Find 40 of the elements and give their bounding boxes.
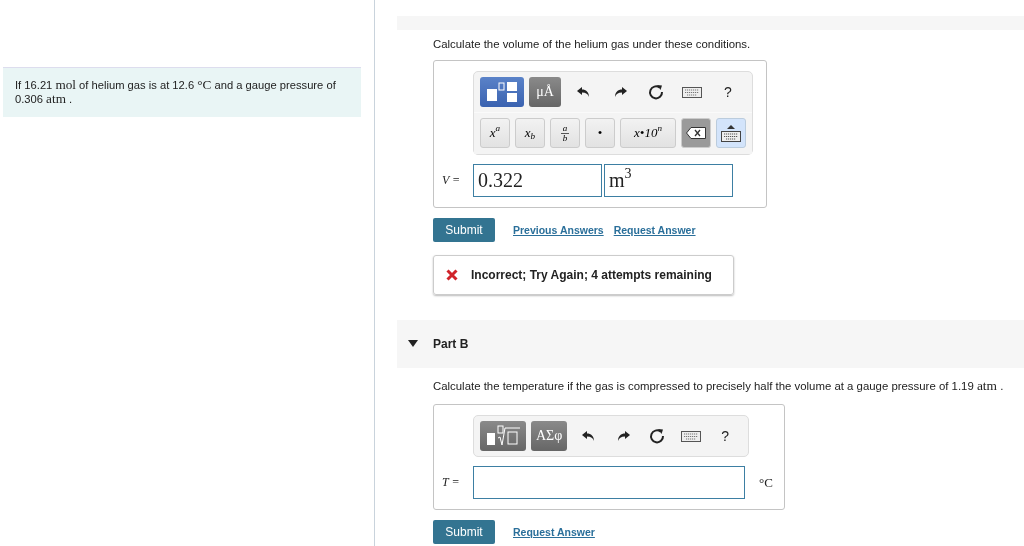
cross-icon [446, 269, 458, 281]
answer-field[interactable] [473, 466, 745, 499]
multiply-dot-key[interactable]: • [585, 118, 615, 148]
answer-link[interactable]: Request Answer [513, 526, 595, 538]
answer-link[interactable]: Previous Answers [513, 224, 604, 236]
backspace-icon [686, 127, 706, 139]
keyboard-toggle-icon [721, 124, 741, 142]
template-button[interactable] [480, 421, 526, 451]
keyboard-icon[interactable] [681, 430, 702, 442]
unit-label: °C [759, 474, 773, 491]
help-button[interactable]: ? [708, 428, 743, 444]
symbols-button[interactable]: μÅ [529, 77, 561, 107]
help-button[interactable]: ? [710, 84, 746, 100]
fraction-key[interactable]: a b [550, 118, 580, 148]
keyboard-toggle-key[interactable] [716, 118, 746, 148]
part-header[interactable]: Part B [397, 320, 1024, 368]
submit-button[interactable]: Submit [433, 218, 495, 242]
redo-icon[interactable] [613, 86, 627, 98]
undo-icon[interactable] [582, 430, 597, 442]
sqrt-template-icon [485, 424, 521, 448]
collapse-triangle-icon[interactable] [408, 340, 418, 348]
feedback-text: Incorrect; Try Again; 4 attempts remaining [471, 268, 712, 282]
template-button[interactable] [480, 77, 524, 107]
part-title: Part B [433, 337, 469, 351]
reset-icon[interactable] [648, 84, 664, 100]
submit-button[interactable]: Submit [433, 520, 495, 544]
variable-label: T = [442, 475, 461, 490]
redo-icon[interactable] [616, 430, 631, 442]
template-icon [485, 81, 519, 103]
reset-icon[interactable] [649, 428, 666, 444]
variable-label: V = [442, 173, 462, 188]
symbols-button[interactable]: ΑΣφ [531, 421, 568, 451]
answer-field[interactable]: 0.322 [473, 164, 602, 197]
backspace-key[interactable] [681, 118, 711, 148]
problem-statement: If 16.21 mol of helium gas is at 12.6 °C and a gauge pressure of 0.306 atm . [3, 67, 361, 117]
keyboard-icon[interactable] [682, 86, 702, 98]
question-prompt: Calculate the volume of the helium gas under these conditions. [433, 38, 752, 50]
answer-link[interactable]: Request Answer [613, 224, 696, 236]
question-prompt: Calculate the temperature if the gas is compressed to precisely half the volume at a gauge pressure of 1.19 atm . [433, 378, 1005, 394]
undo-icon[interactable] [577, 86, 591, 98]
